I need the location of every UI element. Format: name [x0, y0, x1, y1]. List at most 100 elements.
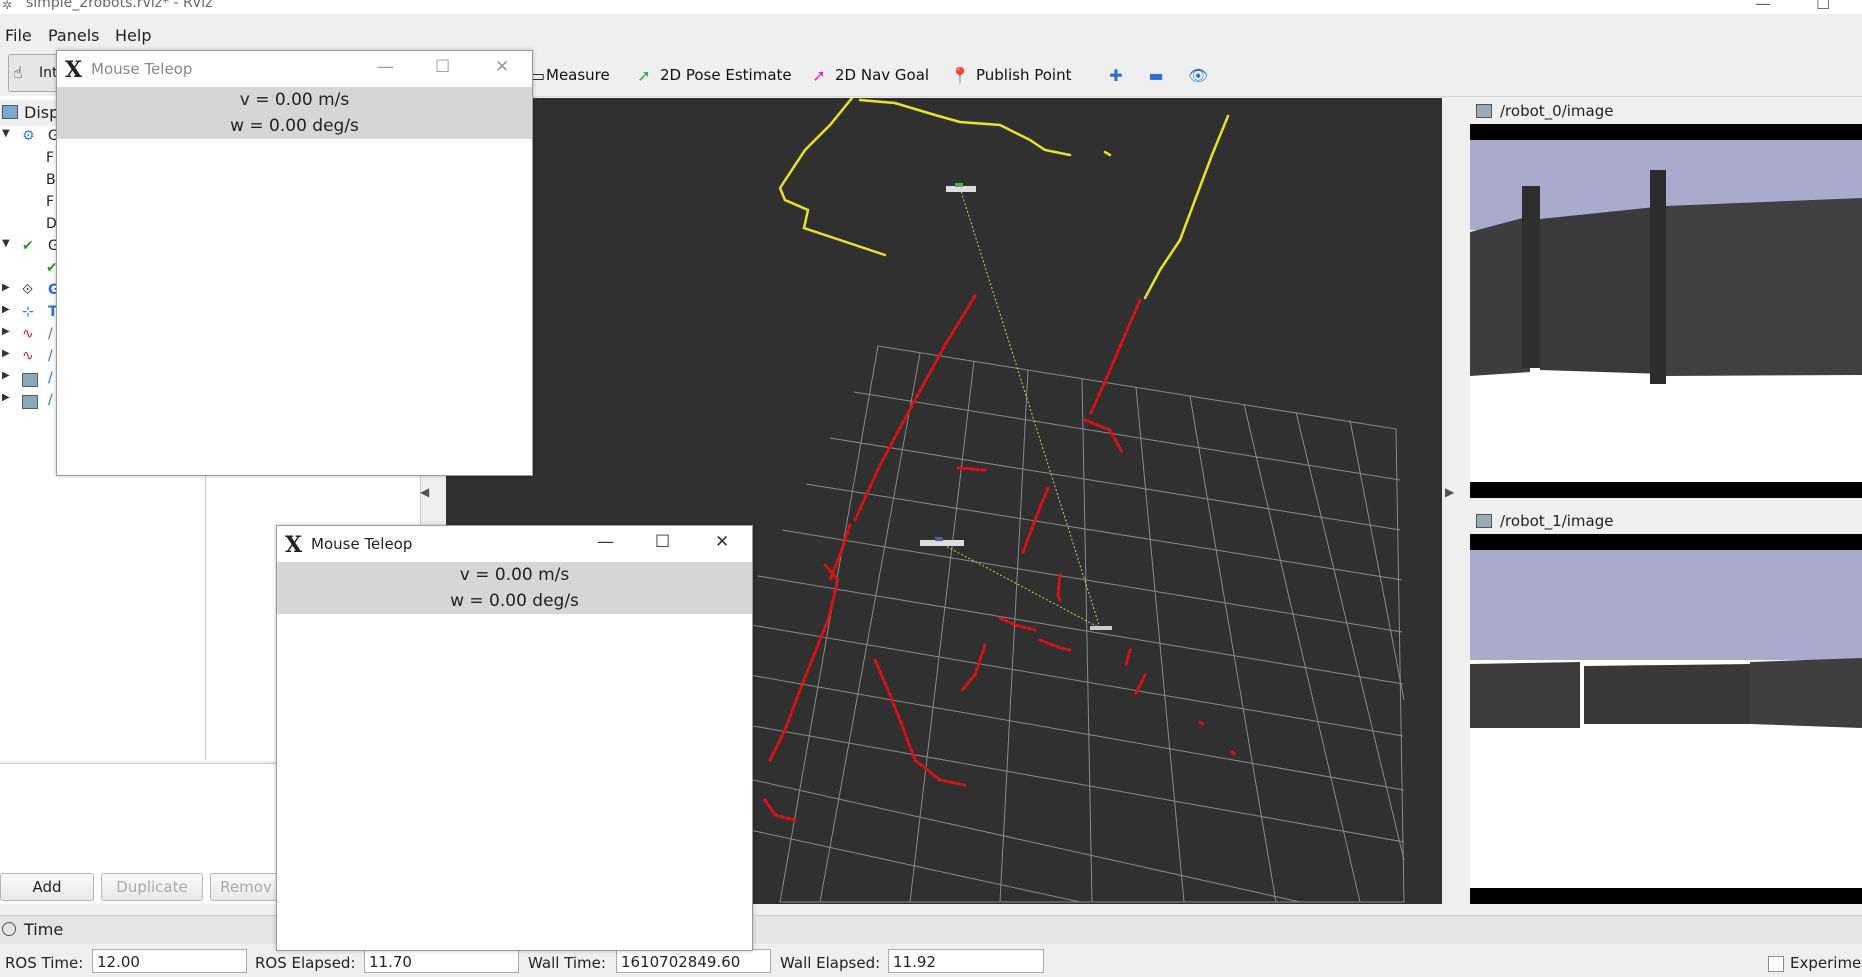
laserscan-icon: ∿	[22, 326, 34, 342]
tree-row-background[interactable]: B	[0, 172, 60, 194]
maximize-icon[interactable]: ☐	[655, 532, 670, 552]
robot-1-marker	[920, 537, 964, 546]
ros-time-field[interactable]: 12.00	[92, 949, 247, 973]
maximize-icon[interactable]: ☐	[435, 57, 450, 77]
mouse-teleop-window-1[interactable]: X Mouse Teleop — ☐ ✕ v = 0.00 m/s w = 0.…	[56, 50, 533, 476]
image-panel-header: /robot_1/image	[1470, 508, 1862, 534]
window-titlebar: ✲ simple_2robots.rviz* - RViz — ☐	[0, 0, 1862, 14]
menu-help[interactable]: Help	[115, 26, 151, 45]
eye-icon: 👁	[1188, 65, 1209, 85]
wall-time-field[interactable]: 1610702849.60	[616, 949, 771, 973]
image-panel-robot-0: /robot_0/image	[1470, 98, 1862, 498]
image-icon	[1476, 514, 1492, 528]
wall-elapsed-field[interactable]: 11.92	[888, 949, 1044, 973]
add-display-button[interactable]: Add	[0, 873, 94, 901]
interact-tool[interactable]: ☝ Int	[8, 54, 58, 92]
menu-bar: File Panels Help	[0, 24, 1862, 48]
green-arrow-icon: ➚	[637, 65, 651, 85]
camera-image-1	[1470, 534, 1862, 904]
minimize-icon[interactable]: —	[597, 532, 614, 552]
displays-tree: ▼ ⚙ G F B F D ▼ ✔ G ✔ ▶ ⟐ G ▶ ⊹ T ▶ ∿ / ▶ ∿ / ▶ / ▶ /	[0, 126, 60, 426]
image-panel-header: /robot_0/image	[1470, 98, 1862, 124]
teleop-velocity-readout: v = 0.00 m/s w = 0.00 deg/s	[57, 87, 532, 139]
publish-point-tool[interactable]: 📍 Publish Point	[950, 63, 1071, 87]
minimize-icon[interactable]: —	[377, 57, 394, 77]
clock-icon	[2, 922, 16, 936]
image-icon	[22, 373, 38, 387]
collapse-right-arrow-icon[interactable]: ▶	[1445, 485, 1463, 515]
window-title: simple_2robots.rviz* - RViz	[26, 0, 213, 11]
rviz-logo-icon: ✲	[2, 0, 13, 12]
robot-2-marker	[1090, 626, 1112, 630]
tree-row-image-0[interactable]: ▶ /	[0, 370, 60, 392]
angular-velocity-text: w = 0.00 deg/s	[450, 591, 579, 611]
laser-scan-red	[763, 294, 1238, 822]
pose-estimate-tool[interactable]: ➚ 2D Pose Estimate	[634, 63, 791, 87]
tree-row-fixed-frame[interactable]: F	[0, 150, 60, 172]
tree-row-global-options[interactable]: ▼ ⚙ G	[0, 128, 60, 150]
collapse-left-arrow-icon[interactable]: ◀	[420, 485, 438, 515]
minimize-icon[interactable]: —	[1755, 0, 1771, 13]
angular-velocity-text: w = 0.00 deg/s	[230, 116, 359, 136]
tree-row-grid[interactable]: ▶ ⟐ G	[0, 282, 60, 304]
robot-links	[939, 187, 1101, 629]
tree-row-image-1[interactable]: ▶ /	[0, 392, 60, 414]
ros-elapsed-field[interactable]: 11.70	[364, 949, 519, 973]
robot-0-marker	[946, 183, 976, 192]
grid-icon: ⟐	[22, 282, 34, 298]
teleop-titlebar: X Mouse Teleop — ☐ ✕	[277, 526, 752, 562]
hand-icon: ☝	[13, 63, 23, 82]
camera-image-0	[1470, 124, 1862, 498]
checkmark-icon: ✔	[22, 238, 34, 254]
close-icon[interactable]: ✕	[715, 532, 729, 552]
maximize-icon[interactable]: ☐	[1816, 0, 1830, 13]
close-icon[interactable]: ✕	[495, 57, 509, 77]
plus-icon: ✚	[1109, 65, 1123, 85]
column-divider[interactable]	[205, 460, 206, 760]
monitor-icon	[2, 105, 18, 119]
laser-scan-yellow	[778, 98, 1230, 300]
x11-logo-icon: X	[65, 57, 83, 83]
tree-row-status-ok[interactable]: ✔	[0, 260, 60, 282]
image-panel-robot-1: /robot_1/image	[1470, 508, 1862, 904]
experimental-checkbox[interactable]	[1768, 956, 1784, 972]
teleop-drag-area[interactable]	[277, 614, 752, 950]
linear-velocity-text: v = 0.00 m/s	[459, 565, 570, 585]
linear-velocity-text: v = 0.00 m/s	[239, 90, 350, 110]
collapse-arrow-icon: ▶	[2, 326, 10, 337]
image-icon	[22, 395, 38, 409]
teleop-drag-area[interactable]	[57, 139, 532, 475]
collapse-arrow-icon: ▶	[2, 370, 10, 381]
menu-file[interactable]: File	[5, 26, 32, 45]
tree-row-laserscan-0[interactable]: ▶ ∿ /	[0, 326, 60, 348]
remove-display-button[interactable]: Remov	[210, 873, 282, 901]
menu-panels[interactable]: Panels	[48, 26, 100, 45]
tree-row-default-light[interactable]: D	[0, 216, 60, 238]
duplicate-display-button[interactable]: Duplicate	[101, 873, 203, 901]
tree-row-frame-rate[interactable]: F	[0, 194, 60, 216]
collapse-arrow-icon: ▶	[2, 304, 10, 315]
nav-goal-tool[interactable]: ➚ 2D Nav Goal	[809, 63, 929, 87]
expand-arrow-icon: ▼	[2, 238, 10, 249]
gear-icon: ⚙	[22, 128, 35, 144]
tree-row-tf[interactable]: ▶ ⊹ T	[0, 304, 60, 326]
collapse-arrow-icon: ▶	[2, 348, 10, 359]
remove-tool-button[interactable]: ▬	[1146, 63, 1172, 87]
collapse-arrow-icon: ▶	[2, 392, 10, 403]
ground-grid	[639, 345, 1405, 903]
x11-logo-icon: X	[285, 532, 303, 558]
measure-tool[interactable]: ▭ Measure	[530, 63, 610, 87]
collapse-arrow-icon: ▶	[2, 282, 10, 293]
tree-row-laserscan-1[interactable]: ▶ ∿ /	[0, 348, 60, 370]
tree-row-global-status[interactable]: ▼ ✔ G	[0, 238, 60, 260]
mouse-teleop-window-2[interactable]: X Mouse Teleop — ☐ ✕ v = 0.00 m/s w = 0.…	[276, 525, 753, 951]
add-tool-button[interactable]: ✚	[1106, 63, 1132, 87]
expand-arrow-icon: ▼	[2, 128, 10, 139]
axes-icon: ⊹	[22, 304, 34, 320]
view-menu-button[interactable]: 👁	[1188, 63, 1214, 87]
minus-icon: ▬	[1148, 65, 1164, 85]
image-icon	[1476, 104, 1492, 118]
laserscan-icon: ∿	[22, 348, 34, 364]
map-pin-icon: 📍	[950, 65, 970, 85]
teleop-velocity-readout: v = 0.00 m/s w = 0.00 deg/s	[277, 562, 752, 614]
